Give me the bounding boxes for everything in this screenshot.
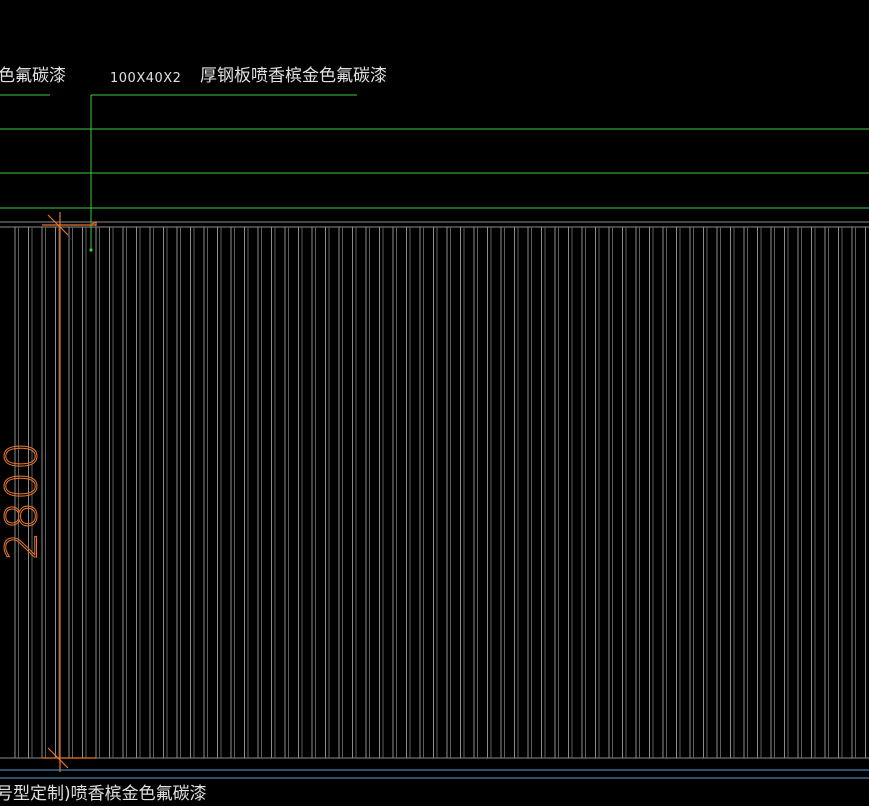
bottom-label: 号型定制)喷香槟金色氟碳漆 bbox=[0, 784, 207, 804]
top-left-label: 色氟碳漆 bbox=[0, 66, 66, 86]
leader-dot bbox=[89, 248, 93, 252]
spec-label: 100X40X2 bbox=[110, 71, 182, 86]
material-label: 厚钢板喷香槟金色氟碳漆 bbox=[200, 66, 387, 86]
base-lines bbox=[0, 769, 869, 779]
elevation-drawing bbox=[0, 94, 869, 779]
panel-outline bbox=[0, 221, 869, 759]
vertical-rods bbox=[14, 227, 866, 758]
leader-lines bbox=[0, 94, 869, 252]
dimension-value: 2800 bbox=[0, 440, 48, 561]
cad-drawing-canvas: 色氟碳漆 100X40X2 厚钢板喷香槟金色氟碳漆 号型定制)喷香槟金色氟碳漆 … bbox=[0, 0, 869, 806]
